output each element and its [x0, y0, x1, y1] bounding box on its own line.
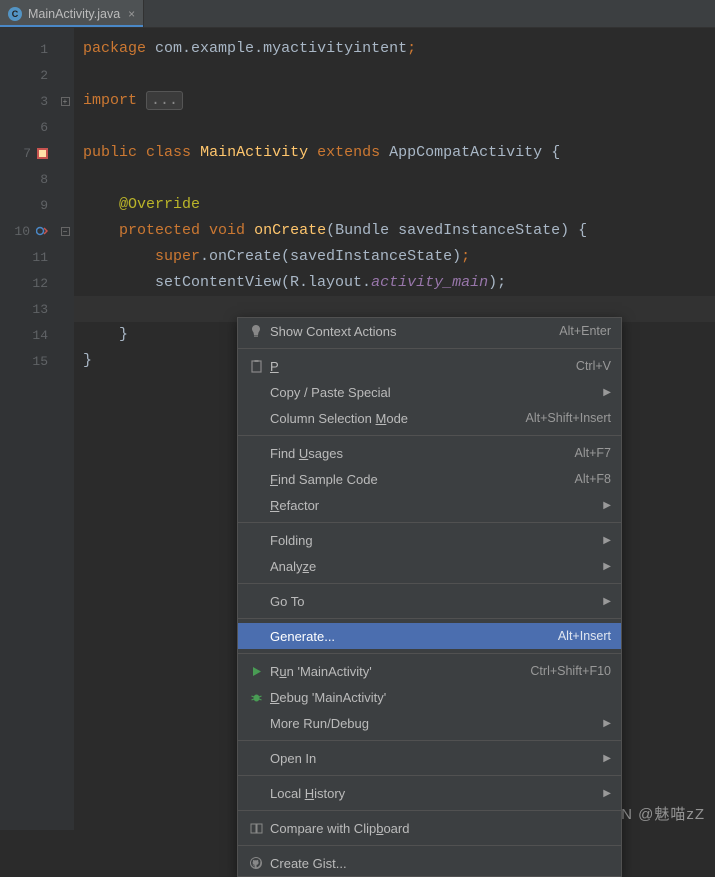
submenu-arrow-icon: ▶ — [603, 500, 611, 511]
paste-icon — [246, 360, 266, 373]
code-line[interactable]: protected void onCreate(Bundle savedInst… — [74, 218, 715, 244]
submenu-arrow-icon: ▶ — [603, 596, 611, 607]
fold-gutter: + − — [56, 28, 74, 830]
menu-find-sample-code[interactable]: Find Sample Code Alt+F8 — [238, 466, 621, 492]
line-number: 9 — [0, 198, 48, 213]
line-number: 7 — [0, 146, 31, 161]
menu-paste[interactable]: P Ctrl+V — [238, 353, 621, 379]
line-number: 15 — [0, 354, 48, 369]
menu-separator — [238, 583, 621, 584]
code-line[interactable] — [74, 166, 715, 192]
class-file-icon: C — [8, 7, 22, 21]
line-number: 1 — [0, 42, 48, 57]
related-file-icon[interactable] — [37, 148, 48, 159]
context-menu: Show Context Actions Alt+Enter P Ctrl+V … — [237, 317, 622, 877]
menu-separator — [238, 740, 621, 741]
menu-show-context-actions[interactable]: Show Context Actions Alt+Enter — [238, 318, 621, 344]
folded-imports[interactable]: ... — [146, 91, 183, 110]
close-icon[interactable]: × — [128, 7, 135, 21]
menu-separator — [238, 810, 621, 811]
submenu-arrow-icon: ▶ — [603, 387, 611, 398]
tab-bar: C MainActivity.java × — [0, 0, 715, 28]
code-line[interactable]: public class MainActivity extends AppCom… — [74, 140, 715, 166]
code-line[interactable]: setContentView(R.layout.activity_main); — [74, 270, 715, 296]
menu-create-gist[interactable]: Create Gist... — [238, 850, 621, 876]
code-line[interactable]: super.onCreate(savedInstanceState); — [74, 244, 715, 270]
menu-refactor[interactable]: Refactor ▶ — [238, 492, 621, 518]
github-icon — [246, 856, 266, 870]
line-number: 3 — [0, 94, 48, 109]
menu-separator — [238, 522, 621, 523]
menu-separator — [238, 653, 621, 654]
code-line[interactable]: import ... — [74, 88, 715, 114]
debug-icon — [246, 691, 266, 704]
menu-goto[interactable]: Go To ▶ — [238, 588, 621, 614]
fold-collapse-icon[interactable]: − — [61, 227, 70, 236]
override-icon[interactable] — [36, 225, 48, 237]
menu-debug[interactable]: Debug 'MainActivity' — [238, 684, 621, 710]
menu-column-selection[interactable]: Column Selection Mode Alt+Shift+Insert — [238, 405, 621, 431]
line-number: 2 — [0, 68, 48, 83]
menu-separator — [238, 435, 621, 436]
submenu-arrow-icon: ▶ — [603, 753, 611, 764]
line-number: 14 — [0, 328, 48, 343]
line-number: 6 — [0, 120, 48, 135]
tab-label: MainActivity.java — [28, 7, 120, 21]
line-number: 13 — [0, 302, 48, 317]
menu-find-usages[interactable]: Find Usages Alt+F7 — [238, 440, 621, 466]
menu-compare-clipboard[interactable]: Compare with Clipboard — [238, 815, 621, 841]
code-line[interactable]: package com.example.myactivityintent; — [74, 36, 715, 62]
line-number: 8 — [0, 172, 48, 187]
menu-separator — [238, 775, 621, 776]
line-number: 11 — [0, 250, 48, 265]
tab-mainactivity[interactable]: C MainActivity.java × — [0, 0, 144, 27]
submenu-arrow-icon: ▶ — [603, 561, 611, 572]
compare-icon — [246, 822, 266, 835]
fold-expand-icon[interactable]: + — [61, 97, 70, 106]
code-line[interactable]: @Override — [74, 192, 715, 218]
menu-open-in[interactable]: Open In ▶ — [238, 745, 621, 771]
line-gutter: 1 2 3 6 7 8 9 10 11 12 13 14 15 — [0, 28, 56, 830]
menu-generate[interactable]: Generate... Alt+Insert — [238, 623, 621, 649]
menu-more-run-debug[interactable]: More Run/Debug ▶ — [238, 710, 621, 736]
menu-copy-paste-special[interactable]: Copy / Paste Special ▶ — [238, 379, 621, 405]
line-number: 12 — [0, 276, 48, 291]
menu-analyze[interactable]: Analyze ▶ — [238, 553, 621, 579]
line-number: 10 — [0, 224, 30, 239]
submenu-arrow-icon: ▶ — [603, 718, 611, 729]
menu-run[interactable]: Run 'MainActivity' Ctrl+Shift+F10 — [238, 658, 621, 684]
run-icon — [246, 666, 266, 677]
submenu-arrow-icon: ▶ — [603, 535, 611, 546]
code-line[interactable] — [74, 62, 715, 88]
menu-folding[interactable]: Folding ▶ — [238, 527, 621, 553]
menu-separator — [238, 618, 621, 619]
menu-separator — [238, 845, 621, 846]
lightbulb-icon — [246, 324, 266, 338]
submenu-arrow-icon: ▶ — [603, 788, 611, 799]
menu-separator — [238, 348, 621, 349]
menu-local-history[interactable]: Local History ▶ — [238, 780, 621, 806]
code-line[interactable] — [74, 114, 715, 140]
